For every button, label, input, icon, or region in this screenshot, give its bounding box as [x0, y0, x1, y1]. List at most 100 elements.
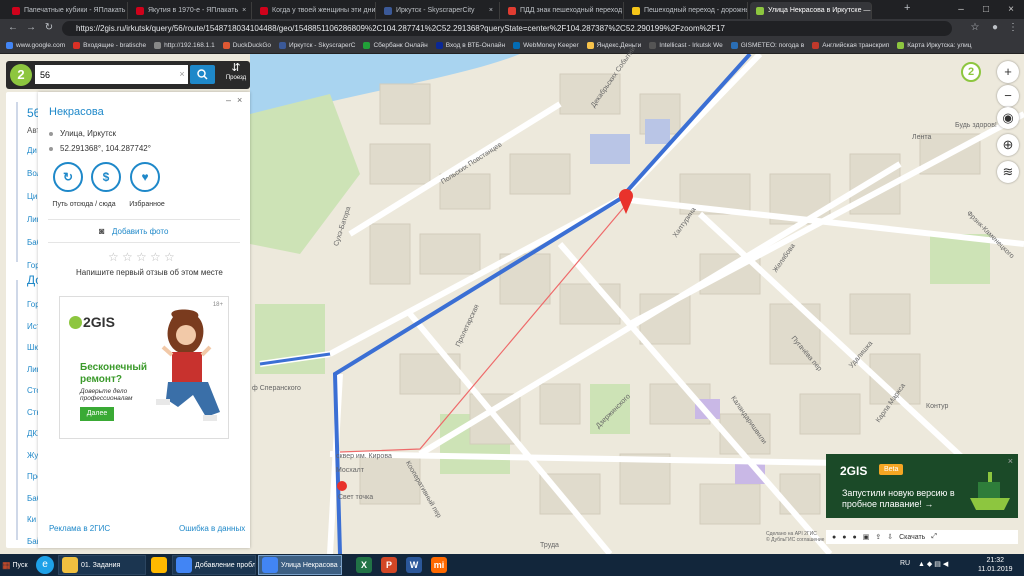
zoom-out-button[interactable]: − [997, 85, 1019, 107]
ad-next-button[interactable]: Далее [80, 407, 114, 421]
bookmark-label: Иркутск - SkyscraperC [289, 42, 356, 49]
start-button[interactable]: ▦ Пуск [0, 554, 30, 576]
taskbar-window-item[interactable]: 01. Задания [58, 555, 146, 575]
rating-star-icon[interactable]: ☆ [108, 250, 119, 264]
forward-icon[interactable]: → [24, 21, 38, 35]
favorite-heart-icon[interactable]: ♥ [130, 162, 160, 192]
tab-title: Улица Некрасова в Иркутске — 2 [768, 7, 872, 14]
bookmark-item[interactable]: Сбербанк Онлайн [363, 42, 428, 49]
minimize-button[interactable]: – [950, 0, 972, 19]
ad-banner[interactable]: 18+ 2GIS Бесконечный ремонт? Доверьте де… [59, 296, 229, 439]
layers-icon[interactable]: ≋ [997, 161, 1019, 183]
reload-icon[interactable]: ↻ [42, 21, 56, 35]
close-card-icon[interactable]: × [237, 95, 242, 105]
clock[interactable]: 21:32 11.01.2019 [978, 556, 1013, 574]
divider [48, 242, 240, 243]
bookmark-item[interactable]: Вход в ВТБ-Онлайн [435, 42, 505, 49]
bookmark-item[interactable]: Иркутск - SkyscraperC [279, 42, 355, 49]
route-stop[interactable]: Жу [27, 451, 38, 460]
tray-icons[interactable]: ▲◆▤◀ [918, 560, 950, 568]
language-indicator[interactable]: RU [900, 560, 910, 567]
download-icon[interactable]: ⇩ [887, 533, 893, 541]
browser-tab[interactable]: Якутия в 1970-е - ЯПлакать × [130, 2, 252, 19]
bookmark-item[interactable]: GISMETEO: погода в [730, 42, 804, 49]
add-photo-link[interactable]: Добавить фото [112, 227, 168, 236]
route-button[interactable]: ⇵ Проезд [223, 62, 249, 87]
browser-tab[interactable]: Папечатные кубики - ЯПлакать× [6, 2, 128, 19]
bookmark-favicon-icon [222, 42, 230, 49]
route-stop[interactable]: Ки [27, 515, 36, 524]
map-street-label: Мосхалт [336, 467, 364, 474]
url-field[interactable]: https://2gis.ru/irkutsk/query/56/route/1… [62, 21, 952, 36]
price-icon[interactable]: $ [91, 162, 121, 192]
route-stop[interactable]: Ди [27, 146, 37, 155]
tab-close-icon[interactable]: × [489, 7, 493, 14]
geolocate-icon[interactable]: ⊕ [997, 134, 1019, 156]
directions-icon[interactable]: ↻ [53, 162, 83, 192]
download-label[interactable]: Скачать [899, 534, 925, 541]
bookmark-item[interactable]: WebMoney Keeper [513, 42, 579, 49]
bookmark-item[interactable]: Карта Иркутска: улиц [897, 42, 972, 49]
search-input[interactable] [35, 65, 188, 84]
pinned-app-icon[interactable]: mi [431, 557, 447, 573]
rating-star-icon[interactable]: ☆ [164, 250, 175, 264]
report-error-link[interactable]: Ошибка в данных [179, 524, 245, 533]
minimize-card-icon[interactable]: – [226, 95, 231, 105]
rating-star-icon[interactable]: ☆ [136, 250, 147, 264]
search-button[interactable] [190, 65, 215, 84]
promo-text[interactable]: Запустили новую версию в пробное плавани… [842, 488, 962, 510]
pinned-app-icon[interactable]: W [406, 557, 422, 573]
taskbar-window-item[interactable]: Улица Некрасова ... [258, 555, 342, 575]
media-player-icon[interactable] [151, 557, 167, 573]
bookmark-item[interactable]: Intellicast - Irkutsk We [649, 42, 723, 49]
tab-favicon-icon [260, 6, 268, 15]
start-marker [337, 481, 347, 491]
advertise-link[interactable]: Реклама в 2ГИС [49, 524, 110, 533]
place-coordinates: 52.291368°, 104.287742° [60, 144, 151, 153]
expand-icon[interactable]: ⤢ [931, 533, 937, 541]
browser-tab[interactable]: Когда у твоей женщины эти дни -× [254, 2, 376, 19]
map-level-badge[interactable]: 2 [961, 62, 981, 82]
print-icon[interactable]: ▣ [863, 533, 870, 541]
rating-star-icon[interactable]: ☆ [122, 250, 133, 264]
maximize-button[interactable]: □ [975, 0, 997, 19]
rating-star-icon[interactable]: ☆ [150, 250, 161, 264]
bookmark-star-icon[interactable]: ☆ [968, 21, 982, 35]
share-icon[interactable]: ⇪ [875, 533, 881, 541]
bookmark-item[interactable]: Входящие - bratische [73, 42, 146, 49]
tab-close-icon[interactable]: × [242, 7, 246, 14]
back-icon[interactable]: ← [6, 21, 20, 35]
close-promo-icon[interactable]: × [1008, 456, 1013, 466]
browser-tab[interactable]: Пешеходный переход - дорожны× [626, 2, 748, 19]
pinned-app-icon[interactable]: X [356, 557, 372, 573]
menu-icon[interactable]: ⋮ [1006, 21, 1020, 35]
browser-tab[interactable]: Иркутск - SkyscraperCity × [378, 2, 500, 19]
taskbar-window-item[interactable]: Добавление пробле... [172, 555, 256, 575]
ruler-icon[interactable]: ◉ [997, 107, 1019, 129]
zoom-in-button[interactable]: + [997, 61, 1019, 83]
clear-search-icon[interactable]: × [176, 66, 188, 82]
favorites-label[interactable]: Избранное [122, 201, 172, 208]
2gis-logo-icon[interactable]: 2 [10, 64, 32, 86]
directions-label[interactable]: Путь отсюда / сюда [44, 201, 124, 208]
bookmark-item[interactable]: http://192.168.1.1 [154, 42, 215, 49]
fb-icon[interactable]: ● [852, 534, 856, 541]
ie-icon[interactable]: e [36, 556, 54, 574]
bookmark-favicon-icon [897, 42, 905, 49]
route-stop[interactable]: Ци [27, 192, 37, 201]
tab-favicon-icon [756, 6, 764, 15]
bookmark-item[interactable]: Английская транскрип [812, 42, 889, 49]
bookmark-item[interactable]: DuckDuckGo [222, 42, 271, 49]
ok-icon[interactable]: ● [842, 534, 846, 541]
close-window-button[interactable]: × [1000, 0, 1022, 19]
pinned-app-icon[interactable]: P [381, 557, 397, 573]
bookmark-item[interactable]: www.google.com [6, 42, 65, 49]
bookmark-label: Карта Иркутска: улиц [907, 42, 972, 49]
promo-banner[interactable]: × 2GIS Beta Запустили новую версию в про… [826, 454, 1018, 518]
vk-icon[interactable]: ● [832, 534, 836, 541]
browser-tab[interactable]: ПДД знак пешеходный переход о× [502, 2, 624, 19]
profile-icon[interactable]: ● [988, 21, 1002, 35]
new-tab-button[interactable]: + [904, 2, 910, 14]
bullet-icon [49, 147, 53, 151]
browser-tab[interactable]: Улица Некрасова в Иркутске — 2× [750, 2, 872, 19]
